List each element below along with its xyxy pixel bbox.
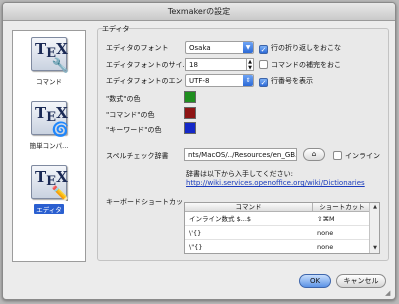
row-command: \'{} [189, 229, 202, 237]
dictionary-path-field[interactable]: nts/MacOS/../Resources/en_GB.dic [184, 148, 297, 161]
table-row[interactable]: \'{} none [185, 227, 371, 240]
font-size-field[interactable]: 18 [185, 58, 247, 71]
shortcuts-label: キーボードショートカッ [106, 198, 183, 206]
table-row[interactable]: \"{} none [185, 241, 371, 253]
completion-label: コマンドの補完をおこ [271, 61, 341, 69]
folder-icon: ⌂ [311, 150, 317, 158]
column-header-command[interactable]: コマンド [185, 203, 313, 212]
dictionary-link[interactable]: http://wiki.services.openoffice.org/wiki… [186, 179, 365, 187]
sidebar-item-label: 簡単コンパ... [29, 142, 69, 150]
numbers-color-label: "数式"の色 [106, 95, 141, 103]
sidebar-item-quick-build[interactable]: TEX 🌀 簡単コンパ... [13, 101, 85, 150]
keyword-color-label: "キーワード"の色 [106, 126, 162, 134]
command-color-swatch[interactable] [184, 107, 196, 119]
table-scrollbar[interactable]: ▲ ▼ [369, 203, 379, 253]
dictionary-info-text: 辞書は以下から入手してください: [186, 170, 293, 178]
row-shortcut: none [317, 243, 334, 251]
pencil-icon: ✏️ [51, 186, 69, 202]
shortcuts-table[interactable]: コマンド ショートカット インライン数式 $...$ ⇧⌘M \'{} none… [184, 202, 380, 254]
ok-button[interactable]: OK [299, 274, 331, 288]
column-header-shortcut[interactable]: ショートカット [313, 203, 371, 212]
scroll-down-icon[interactable]: ▼ [370, 244, 379, 253]
tex-icon: TEX ✏️ [31, 165, 69, 202]
spell-label: スペルチェック辞書 [106, 152, 169, 160]
tex-icon: TEX 🌀 [31, 101, 69, 138]
preferences-window: Texmakerの設定 TEX 🔧 コマンド TEX 🌀 簡単コンパ... TE… [2, 2, 396, 300]
numbers-color-swatch[interactable] [184, 91, 196, 103]
font-select[interactable]: Osaka ▼ [185, 41, 254, 54]
scroll-up-icon[interactable]: ▲ [370, 203, 379, 212]
spiral-icon: 🌀 [51, 122, 69, 138]
row-shortcut: none [317, 229, 334, 237]
row-shortcut: ⇧⌘M [317, 215, 335, 223]
row-command: \"{} [189, 243, 203, 251]
resize-grip-icon[interactable]: ◢ [385, 289, 393, 297]
wrap-checkbox[interactable]: ✓ 行の折り返しをおこな [259, 43, 341, 54]
completion-checkbox[interactable]: コマンドの補完をおこ [259, 60, 341, 70]
browse-dictionary-button[interactable]: ⌂ [303, 148, 325, 161]
line-numbers-label: 行番号を表示 [271, 77, 313, 85]
inline-checkbox[interactable]: インライン [333, 151, 380, 161]
checkmark-icon: ✓ [259, 45, 268, 54]
checkbox-box [259, 60, 268, 69]
encoding-select[interactable]: UTF-8 ⇕ [185, 74, 254, 87]
row-command: インライン数式 $...$ [189, 215, 252, 223]
wrench-icon: 🔧 [51, 58, 69, 74]
sidebar-item-label: エディタ [34, 204, 64, 214]
table-header: コマンド ショートカット [185, 203, 371, 212]
font-select-value: Osaka [189, 44, 211, 52]
window-title: Texmakerの設定 [3, 3, 395, 21]
checkmark-icon: ✓ [259, 78, 268, 87]
encoding-label: エディタフォントのエン [106, 77, 183, 85]
font-label: エディタのフォント [106, 44, 169, 52]
line-numbers-checkbox[interactable]: ✓ 行番号を表示 [259, 76, 313, 87]
chevron-down-icon: ▼ [243, 42, 253, 53]
sidebar-item-editor[interactable]: TEX ✏️ エディタ [13, 165, 85, 214]
checkbox-box [333, 151, 342, 160]
cancel-button[interactable]: キャンセル [336, 274, 386, 288]
category-sidebar: TEX 🔧 コマンド TEX 🌀 簡単コンパ... TEX ✏️ エディタ [12, 30, 86, 262]
wrap-label: 行の折り返しをおこな [271, 44, 341, 52]
size-label: エディタフォントのサイ. [106, 61, 185, 69]
tex-icon: TEX 🔧 [31, 37, 69, 74]
chevron-updown-icon: ⇕ [243, 75, 253, 86]
encoding-select-value: UTF-8 [189, 77, 210, 85]
sidebar-item-label: コマンド [36, 78, 62, 86]
command-color-label: "コマンド"の色 [106, 111, 155, 119]
sidebar-item-commands[interactable]: TEX 🔧 コマンド [13, 37, 85, 86]
inline-label: インライン [345, 152, 380, 160]
table-row[interactable]: インライン数式 $...$ ⇧⌘M [185, 213, 371, 226]
keyword-color-swatch[interactable] [184, 122, 196, 134]
size-stepper[interactable]: ▲ ▼ [246, 58, 254, 71]
group-title: エディタ [102, 25, 130, 33]
